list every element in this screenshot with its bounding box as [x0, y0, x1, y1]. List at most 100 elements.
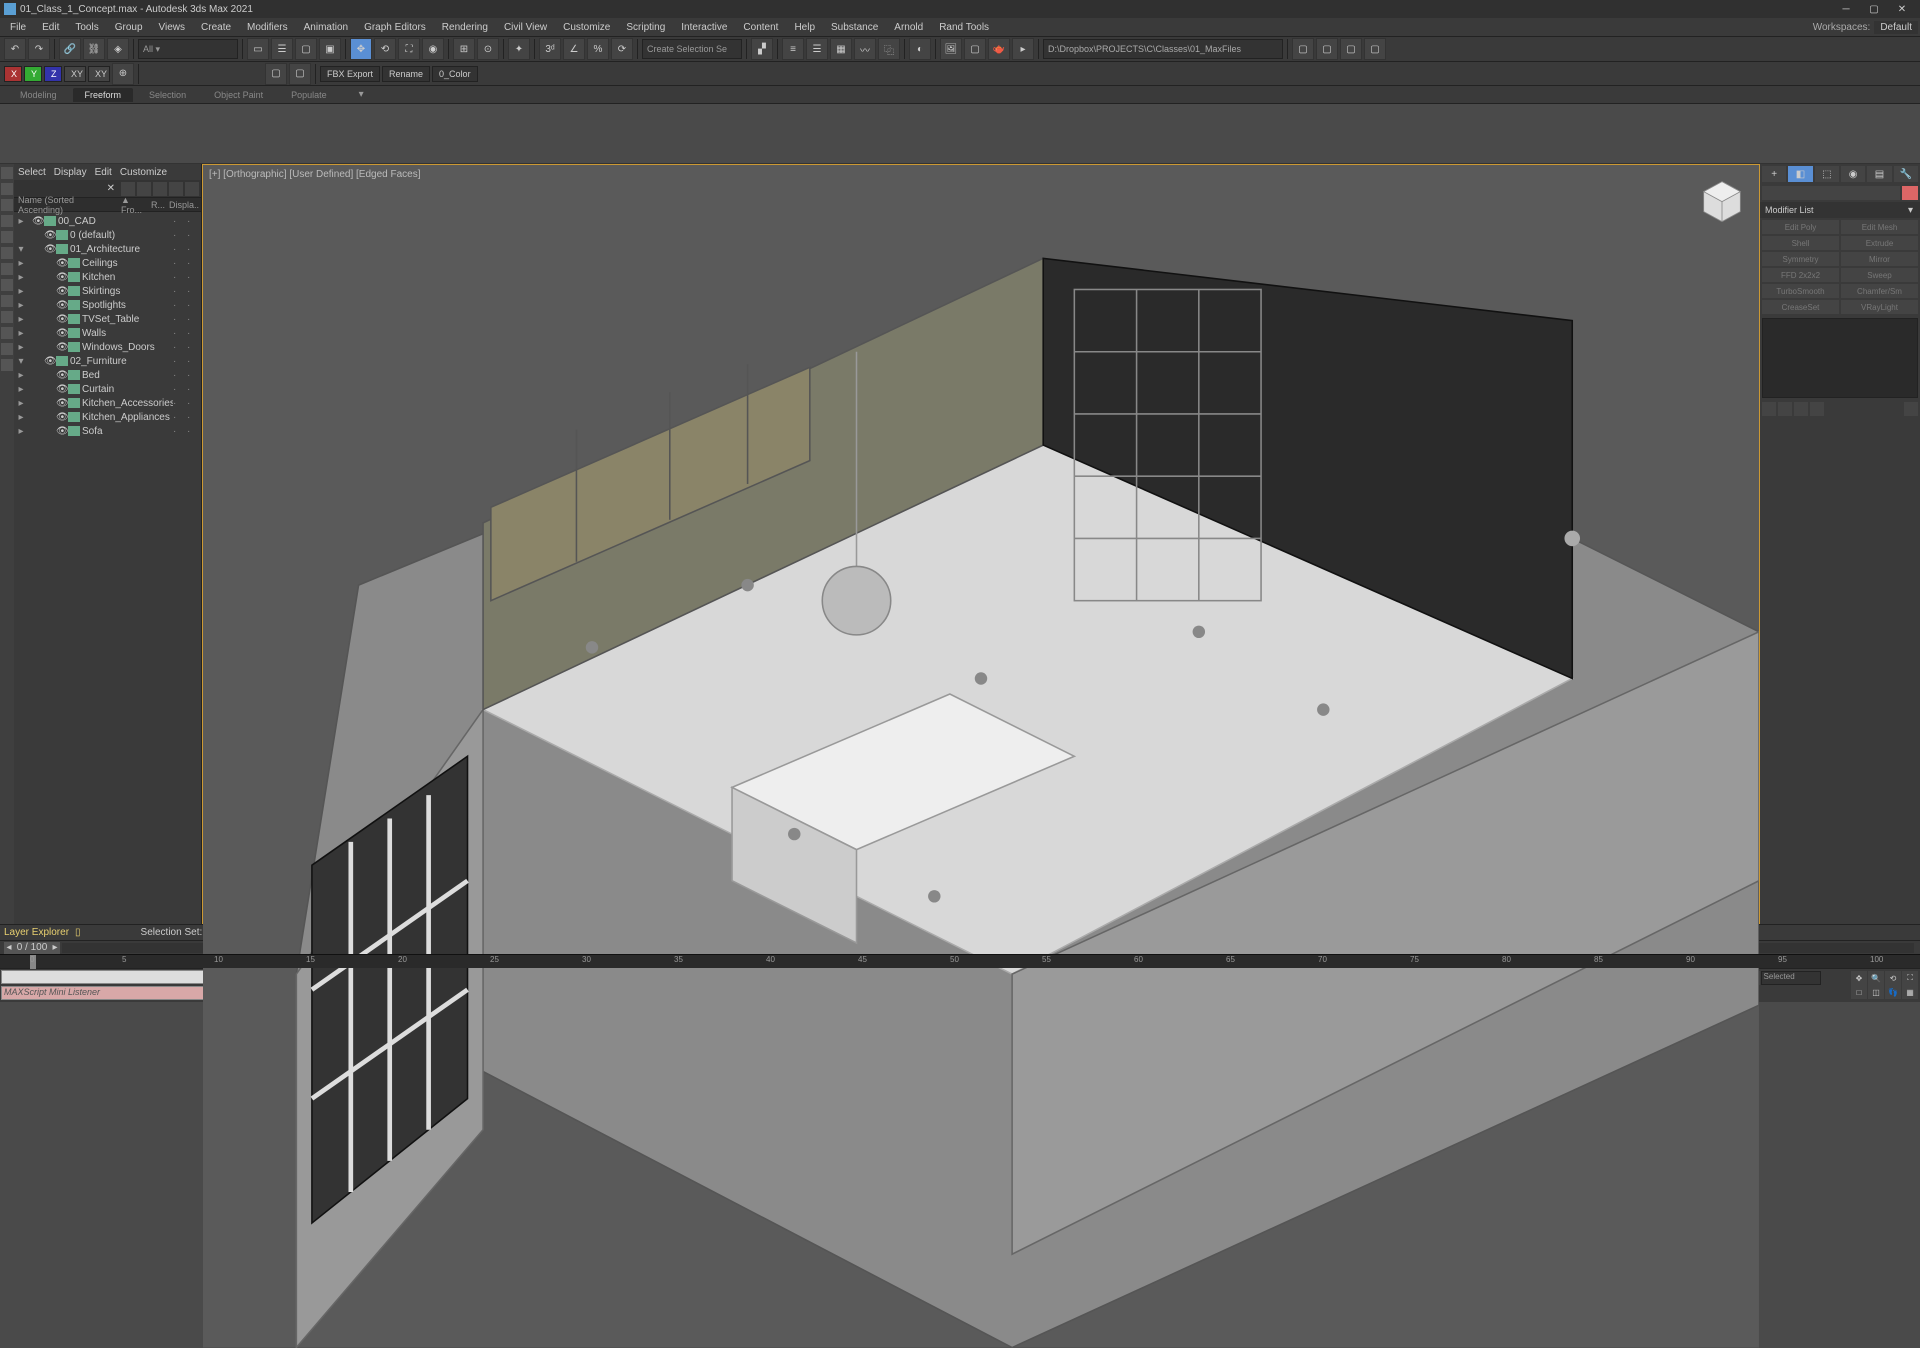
nav-min-max-button[interactable]: ▦ [1902, 985, 1918, 999]
material-editor-button[interactable]: ◐ [909, 38, 931, 60]
stack-pin-button[interactable] [1762, 402, 1776, 416]
visibility-icon[interactable]: 👁 [56, 272, 68, 283]
tree-toggle-icon[interactable]: ▸ [16, 216, 26, 227]
toggle-ribbon-button[interactable]: ▦ [830, 38, 852, 60]
tree-toggle-icon[interactable]: ▸ [16, 370, 26, 381]
key-target-dropdown[interactable]: Selected [1761, 971, 1821, 985]
mirror-button[interactable]: ▞ [751, 38, 773, 60]
menu-help[interactable]: Help [786, 20, 823, 35]
menu-scripting[interactable]: Scripting [618, 20, 673, 35]
menu-interactive[interactable]: Interactive [673, 20, 735, 35]
stack-configure-button[interactable] [1904, 402, 1918, 416]
renderable-icon[interactable]: · [187, 272, 201, 283]
renderable-icon[interactable]: · [187, 230, 201, 241]
object-color-swatch[interactable] [1902, 186, 1918, 200]
strip-btn-10[interactable] [1, 311, 13, 323]
ribbon-tab-selection[interactable]: Selection [137, 88, 198, 102]
spinner-snap-button[interactable]: ⟳ [611, 38, 633, 60]
visibility-icon[interactable]: 👁 [44, 244, 56, 255]
close-button[interactable]: ✕ [1888, 1, 1916, 17]
freeze-icon[interactable]: · [173, 370, 187, 381]
modifier-quick-button[interactable]: VRayLight [1841, 300, 1918, 314]
visibility-icon[interactable]: 👁 [56, 412, 68, 423]
explorer-tool-2[interactable] [137, 182, 151, 196]
freeze-icon[interactable]: · [173, 426, 187, 437]
modifier-quick-button[interactable]: Edit Poly [1762, 220, 1839, 234]
renderable-icon[interactable]: · [187, 356, 201, 367]
menu-animation[interactable]: Animation [296, 20, 356, 35]
visibility-icon[interactable]: 👁 [56, 384, 68, 395]
selection-filter-dropdown[interactable]: All ▾ [138, 39, 238, 59]
viewport[interactable]: [+] [Orthographic] [User Defined] [Edged… [202, 164, 1760, 924]
visibility-icon[interactable]: 👁 [56, 342, 68, 353]
strip-btn-13[interactable] [1, 359, 13, 371]
visibility-icon[interactable]: 👁 [32, 216, 44, 227]
visibility-icon[interactable]: 👁 [56, 300, 68, 311]
renderable-icon[interactable]: · [187, 412, 201, 423]
explorer-close-button[interactable]: ✕ [103, 183, 119, 194]
stack-remove-button[interactable] [1810, 402, 1824, 416]
tree-toggle-icon[interactable]: ▾ [16, 244, 26, 255]
tree-row[interactable]: ▾👁02_Furniture·· [14, 354, 201, 368]
nav-walk-button[interactable]: 👣 [1885, 985, 1901, 999]
layer-manager-button[interactable]: ☰ [806, 38, 828, 60]
custom-button-1[interactable]: ▢ [265, 63, 287, 85]
viewport-label[interactable]: [+] [Orthographic] [User Defined] [Edged… [209, 169, 421, 180]
proj-btn-4[interactable]: ▢ [1364, 38, 1386, 60]
renderable-icon[interactable]: · [187, 314, 201, 325]
freeze-icon[interactable]: · [173, 258, 187, 269]
ocolor-button[interactable]: 0_Color [432, 66, 478, 82]
freeze-icon[interactable]: · [173, 286, 187, 297]
freeze-icon[interactable]: · [173, 300, 187, 311]
axis-option-button[interactable]: ⊕ [112, 63, 134, 85]
freeze-icon[interactable]: · [173, 384, 187, 395]
cmd-tab-utilities[interactable]: 🔧 [1894, 166, 1918, 182]
render-last-button[interactable]: ▸ [1012, 38, 1034, 60]
curve-editor-button[interactable]: 〰 [854, 38, 876, 60]
freeze-icon[interactable]: · [173, 328, 187, 339]
freeze-icon[interactable]: · [173, 342, 187, 353]
nav-zoom-button[interactable]: 🔍 [1868, 971, 1884, 985]
nav-orbit-button[interactable]: ⟲ [1885, 971, 1901, 985]
visibility-icon[interactable]: 👁 [56, 370, 68, 381]
tree-toggle-icon[interactable]: ▸ [16, 258, 26, 269]
tree-toggle-icon[interactable]: ▸ [16, 272, 26, 283]
select-object-button[interactable]: ▭ [247, 38, 269, 60]
explorer-tab-select[interactable]: Select [18, 167, 46, 178]
select-scale-button[interactable]: ⛶ [398, 38, 420, 60]
render-setup-button[interactable]: 🖼 [940, 38, 962, 60]
tree-row[interactable]: ▸👁Spotlights·· [14, 298, 201, 312]
menu-create[interactable]: Create [193, 20, 239, 35]
ribbon-tab-modeling[interactable]: Modeling [8, 88, 69, 102]
visibility-icon[interactable]: 👁 [44, 230, 56, 241]
ribbon-expand-icon[interactable]: ▾ [359, 89, 364, 100]
tree-row[interactable]: ▸👁Windows_Doors·· [14, 340, 201, 354]
explorer-tab-customize[interactable]: Customize [120, 167, 167, 178]
renderable-icon[interactable]: · [187, 426, 201, 437]
menu-file[interactable]: File [2, 20, 34, 35]
modifier-quick-button[interactable]: Symmetry [1762, 252, 1839, 266]
track-bar[interactable]: 0510152025303540455055606570758085909510… [0, 954, 1920, 968]
modifier-quick-button[interactable]: FFD 2x2x2 [1762, 268, 1839, 282]
align-button[interactable]: ≡ [782, 38, 804, 60]
tree-row[interactable]: ▾👁01_Architecture·· [14, 242, 201, 256]
freeze-icon[interactable]: · [173, 398, 187, 409]
modifier-quick-button[interactable]: CreaseSet [1762, 300, 1839, 314]
bind-space-warp-button[interactable]: ◈ [107, 38, 129, 60]
axis-x-button[interactable]: X [4, 66, 22, 82]
project-path[interactable]: D:\Dropbox\PROJECTS\C\Classes\01_MaxFile… [1043, 39, 1283, 59]
tree-row[interactable]: ▸👁Kitchen_Accessories·· [14, 396, 201, 410]
freeze-icon[interactable]: · [173, 244, 187, 255]
column-render[interactable]: R... [149, 200, 167, 210]
ribbon-tab-populate[interactable]: Populate [279, 88, 339, 102]
renderable-icon[interactable]: · [187, 244, 201, 255]
tree-toggle-icon[interactable]: ▸ [16, 314, 26, 325]
time-next-button[interactable]: ▸ [50, 942, 60, 954]
strip-btn-8[interactable] [1, 279, 13, 291]
renderable-icon[interactable]: · [187, 258, 201, 269]
tree-row[interactable]: ▸👁Kitchen_Appliances·· [14, 410, 201, 424]
explorer-tool-4[interactable] [169, 182, 183, 196]
strip-btn-12[interactable] [1, 343, 13, 355]
menu-substance[interactable]: Substance [823, 20, 886, 35]
tree-toggle-icon[interactable]: ▸ [16, 426, 26, 437]
